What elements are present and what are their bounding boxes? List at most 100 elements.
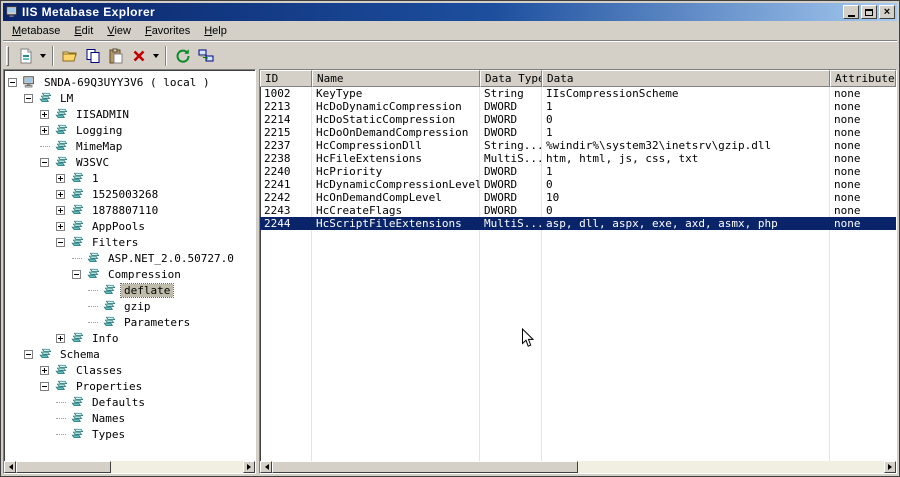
tree-item-label[interactable]: Compression [105,268,184,281]
delete-button-dropdown[interactable] [150,45,161,67]
table-row[interactable]: 2244 HcScriptFileExtensions MultiS... asp, … [260,217,896,230]
connect-button[interactable] [194,45,217,67]
close-button[interactable]: × [879,5,895,19]
tree-item-label[interactable]: Parameters [121,316,193,329]
expand-toggle[interactable] [40,365,49,375]
scrollbar-thumb[interactable] [16,461,112,473]
toolbar-grip[interactable] [6,45,9,66]
collapse-toggle[interactable] [72,269,81,279]
tree-item[interactable]: Defaults [4,394,255,410]
table-row[interactable]: 2215 HcDoOnDemandCompression DWORD 1 none [260,126,896,139]
tree-item[interactable]: LM [4,90,255,106]
scrollbar-track[interactable] [272,461,884,473]
column-header-attributes[interactable]: Attributes [830,70,896,87]
scrollbar-thumb[interactable] [272,461,578,473]
title-bar[interactable]: IIS Metabase Explorer × [3,3,897,21]
tree-item[interactable]: 1 [4,170,255,186]
tree-item-label[interactable]: SNDA-69Q3UYY3V6 ( local ) [41,76,213,89]
tree-item[interactable]: ASP.NET_2.0.50727.0 [4,250,255,266]
scrollbar-track[interactable] [16,461,243,473]
table-row[interactable]: 2243 HcCreateFlags DWORD 0 none [260,204,896,217]
tree-item[interactable]: deflate [4,282,255,298]
expand-toggle[interactable] [56,221,65,231]
metabase-tree[interactable]: SNDA-69Q3UYY3V6 ( local ) LM IISADMIN Loggi… [4,70,255,461]
tree-item-label[interactable]: Properties [73,380,145,393]
tree-item[interactable]: Compression [4,266,255,282]
tree-item-label[interactable]: gzip [121,300,154,313]
collapse-toggle[interactable] [24,349,33,359]
tree-item[interactable]: Parameters [4,314,255,330]
column-header-id[interactable]: ID [260,70,312,87]
tree-item[interactable]: MimeMap [4,138,255,154]
tree-item[interactable]: Logging [4,122,255,138]
copy-button[interactable] [81,45,104,67]
expand-toggle[interactable] [56,333,65,343]
tree-item[interactable]: Names [4,410,255,426]
tree-item[interactable]: W3SVC [4,154,255,170]
new-record-button[interactable] [14,45,37,67]
collapse-toggle[interactable] [40,381,49,391]
tree-item[interactable]: IISADMIN [4,106,255,122]
expand-toggle[interactable] [40,125,49,135]
table-horizontal-scrollbar[interactable] [260,461,896,473]
table-row[interactable]: 2240 HcPriority DWORD 1 none [260,165,896,178]
minimize-button[interactable] [843,5,859,19]
table-row[interactable]: 2238 HcFileExtensions MultiS... htm, html, … [260,152,896,165]
scroll-right-button[interactable] [243,461,255,473]
tree-item[interactable]: AppPools [4,218,255,234]
tree-item[interactable]: gzip [4,298,255,314]
menu-item-help[interactable]: Help [197,23,234,39]
tree-item-label[interactable]: Info [89,332,122,345]
tree-item-label[interactable]: Defaults [89,396,148,409]
tree-item-label[interactable]: Names [89,412,128,425]
tree-item[interactable]: Classes [4,362,255,378]
records-list[interactable]: 1002 KeyType String IIsCompressionScheme non… [260,87,896,461]
collapse-toggle[interactable] [24,93,33,103]
collapse-toggle[interactable] [56,237,65,247]
tree-item[interactable]: SNDA-69Q3UYY3V6 ( local ) [4,74,255,90]
scroll-left-button[interactable] [4,461,16,473]
tree-item-label[interactable]: deflate [119,282,175,298]
tree-item-label[interactable]: ASP.NET_2.0.50727.0 [105,252,237,265]
tree-item[interactable]: Schema [4,346,255,362]
tree-item-label[interactable]: 1525003268 [89,188,161,201]
menu-item-edit[interactable]: Edit [67,23,100,39]
tree-item[interactable]: Types [4,426,255,442]
tree-item[interactable]: Properties [4,378,255,394]
refresh-button[interactable] [171,45,194,67]
tree-item-label[interactable]: W3SVC [73,156,112,169]
tree-item-label[interactable]: IISADMIN [73,108,132,121]
tree-item-label[interactable]: Types [89,428,128,441]
expand-toggle[interactable] [56,189,65,199]
collapse-toggle[interactable] [40,157,49,167]
menu-item-metabase[interactable]: Metabase [5,23,67,39]
tree-item[interactable]: Filters [4,234,255,250]
menu-item-view[interactable]: View [100,23,138,39]
column-header-data[interactable]: Data [542,70,830,87]
tree-item-label[interactable]: Logging [73,124,125,137]
tree-item-label[interactable]: Filters [89,236,141,249]
open-button[interactable] [58,45,81,67]
table-row[interactable]: 2242 HcOnDemandCompLevel DWORD 10 none [260,191,896,204]
table-row[interactable]: 2213 HcDoDynamicCompression DWORD 1 none [260,100,896,113]
tree-item-label[interactable]: AppPools [89,220,148,233]
expand-toggle[interactable] [40,109,49,119]
tree-item[interactable]: 1525003268 [4,186,255,202]
expand-toggle[interactable] [56,205,65,215]
tree-item-label[interactable]: Classes [73,364,125,377]
tree-item[interactable]: 1878807110 [4,202,255,218]
tree-item-label[interactable]: 1 [89,172,102,185]
new-record-button-dropdown[interactable] [37,45,48,67]
tree-item-label[interactable]: LM [57,92,76,105]
column-header-name[interactable]: Name [312,70,480,87]
paste-button[interactable] [104,45,127,67]
scroll-left-button[interactable] [260,461,272,473]
table-row[interactable]: 2214 HcDoStaticCompression DWORD 0 none [260,113,896,126]
scroll-right-button[interactable] [884,461,896,473]
tree-item[interactable]: Info [4,330,255,346]
column-header-data-type[interactable]: Data Type [480,70,542,87]
tree-item-label[interactable]: Schema [57,348,103,361]
tree-horizontal-scrollbar[interactable] [4,461,255,473]
maximize-button[interactable] [861,5,877,19]
tree-item-label[interactable]: MimeMap [73,140,125,153]
